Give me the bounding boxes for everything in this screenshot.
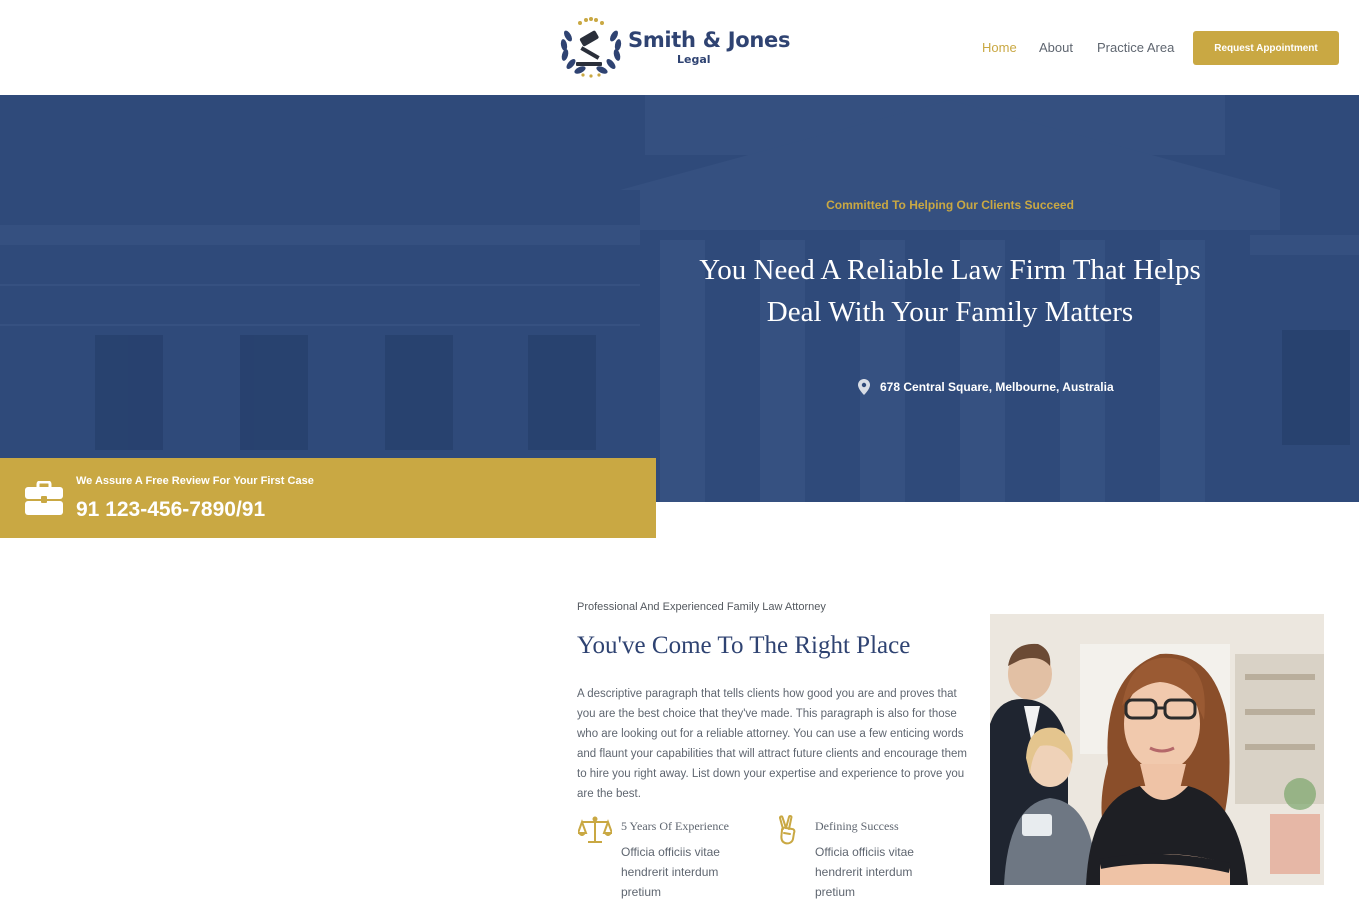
briefcase-icon (25, 481, 63, 515)
phone-number[interactable]: 91 123-456-7890/91 (76, 498, 265, 522)
hero-tagline: Committed To Helping Our Clients Succeed (826, 198, 1074, 212)
request-appointment-button[interactable]: Request Appointment (1193, 31, 1339, 65)
feature-description: Officia officiis vitae hendrerit interdu… (621, 845, 720, 899)
nav-about[interactable]: About (1039, 40, 1073, 55)
attorney-office-image (990, 614, 1324, 885)
about-title: You've Come To The Right Place (577, 632, 911, 659)
scales-icon (578, 816, 612, 843)
hero-title: You Need A Reliable Law Firm That Helps … (640, 249, 1260, 333)
hero-title-line-2: Deal With Your Family Matters (766, 296, 1134, 328)
nav-practice-area[interactable]: Practice Area (1097, 40, 1174, 55)
hero-title-line-1: You Need A Reliable Law Firm That Helps (699, 254, 1201, 286)
about-kicker: Professional And Experienced Family Law … (577, 601, 826, 613)
about-paragraph: A descriptive paragraph that tells clien… (577, 688, 967, 800)
free-review-label: We Assure A Free Review For Your First C… (76, 475, 314, 487)
nav-home[interactable]: Home (982, 40, 1017, 55)
logo-name: Smith & Jones (628, 27, 791, 52)
attorney-photo (990, 614, 1324, 885)
victory-hand-icon (778, 815, 796, 845)
gavel-laurel-logo-icon (560, 17, 622, 78)
feature-description: Officia officiis vitae hendrerit interdu… (815, 845, 914, 899)
map-pin-icon (858, 379, 870, 395)
feature-title: 5 Years Of Experience (621, 819, 729, 833)
address-text: 678 Central Square, Melbourne, Australia (880, 380, 1114, 394)
hero-section: Committed To Helping Our Clients Succeed… (0, 95, 1359, 502)
site-header: Smith & Jones Legal Home About Practice … (0, 0, 1359, 95)
free-review-banner: We Assure A Free Review For Your First C… (0, 458, 656, 538)
feature-title: Defining Success (815, 819, 899, 833)
hero-address: 678 Central Square, Melbourne, Australia (858, 379, 1114, 395)
logo-subtitle: Legal (677, 52, 711, 66)
logo[interactable]: Smith & Jones Legal (556, 16, 790, 78)
